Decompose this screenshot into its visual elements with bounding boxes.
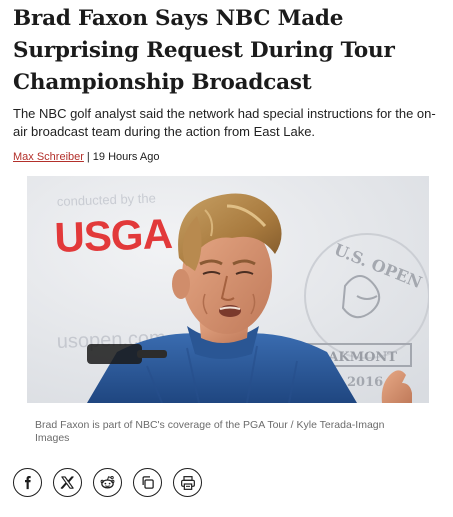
emblem-year-text: 2016 [347, 375, 383, 390]
copy-link-button[interactable] [133, 468, 162, 497]
photo-illustration: conducted by the USGA usopen.com U.S. OP… [27, 176, 429, 403]
byline-separator: | [86, 151, 90, 163]
share-bar [13, 468, 202, 497]
author-link[interactable]: Max Schreiber [13, 151, 84, 163]
photo-caption: Brad Faxon is part of NBC's coverage of … [35, 419, 385, 444]
article-header: Brad Faxon Says NBC Made Surprising Requ… [13, 0, 443, 164]
copy-icon [142, 476, 154, 489]
facebook-icon [25, 475, 31, 490]
byline: Max Schreiber | 19 Hours Ago [13, 150, 443, 164]
share-facebook-button[interactable] [13, 468, 42, 497]
article-photo: conducted by the USGA usopen.com U.S. OP… [27, 176, 429, 403]
article-headline: Brad Faxon Says NBC Made Surprising Requ… [13, 6, 395, 95]
x-icon [60, 476, 74, 489]
publish-time: 19 Hours Ago [92, 151, 160, 163]
microphone [87, 344, 142, 364]
article-dek: The NBC golf analyst said the network ha… [13, 106, 436, 139]
print-icon [180, 475, 195, 490]
print-button[interactable] [173, 468, 202, 497]
share-reddit-button[interactable] [93, 468, 122, 497]
share-x-button[interactable] [53, 468, 82, 497]
backdrop-usga-logo: USGA [54, 210, 174, 261]
reddit-icon [100, 476, 115, 489]
